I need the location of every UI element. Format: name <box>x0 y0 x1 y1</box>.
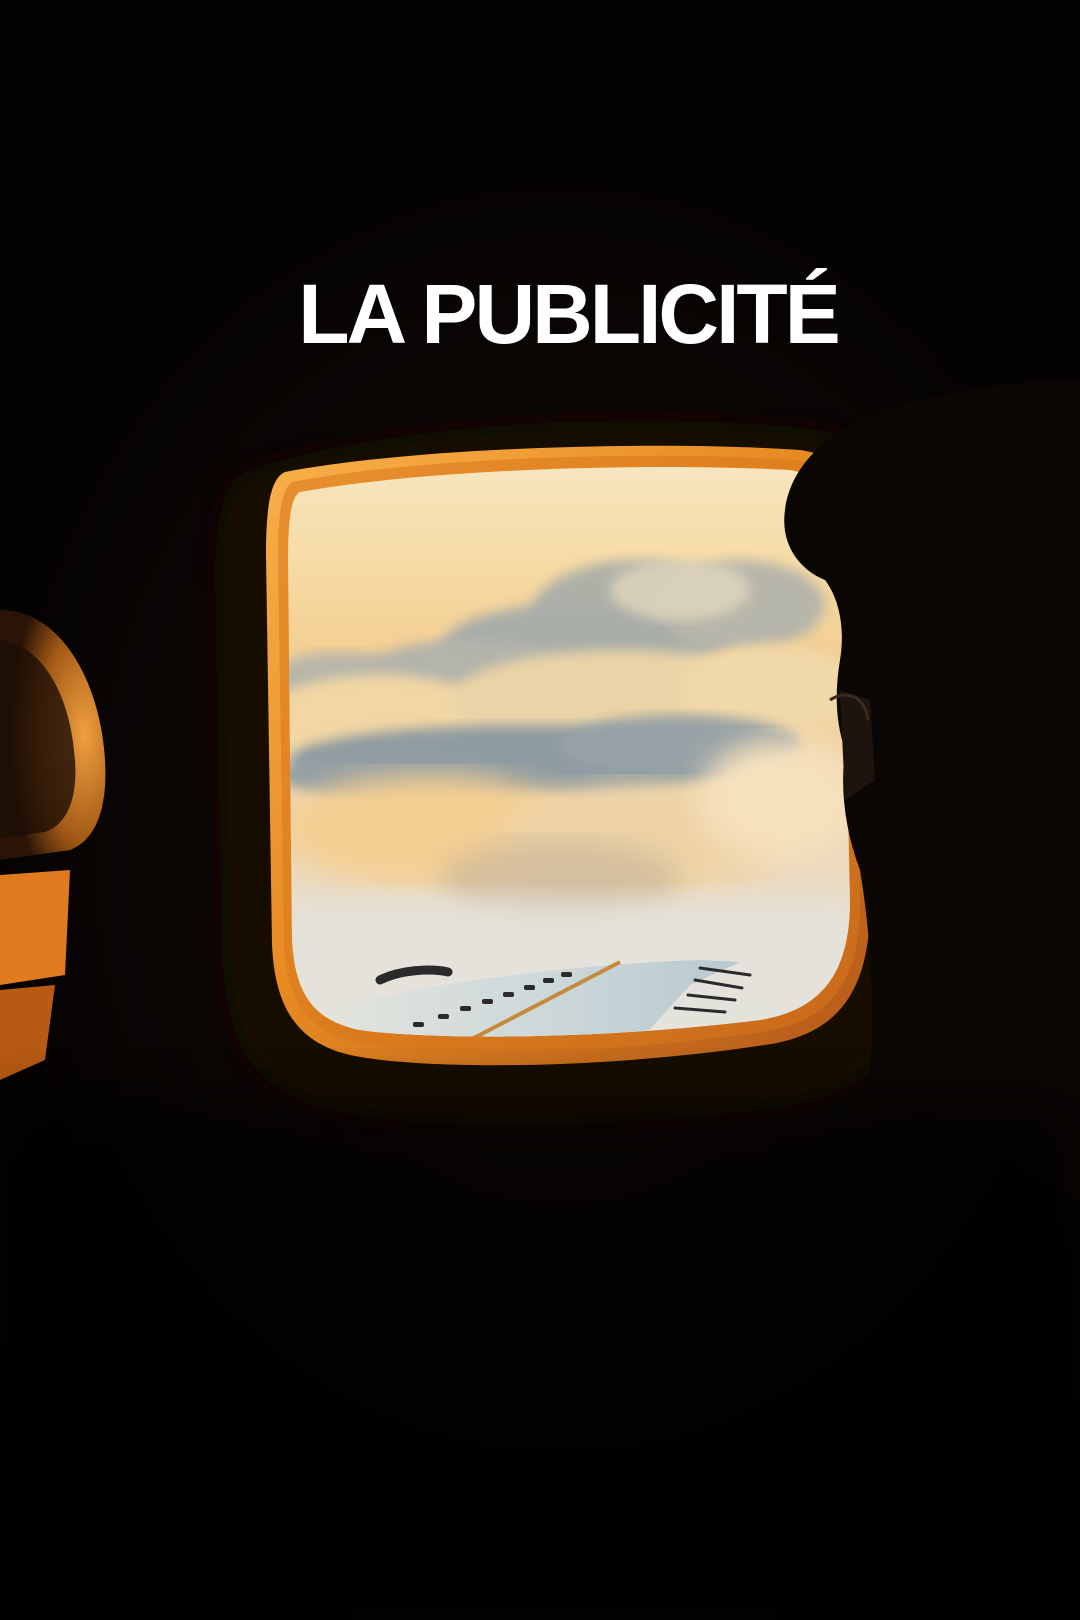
poster-title: LA PUBLICITÉ <box>298 267 841 361</box>
window-view <box>288 466 850 1037</box>
poster: LA PUBLICITÉ <box>0 0 1080 1620</box>
seat-icon <box>0 610 106 1080</box>
cabin-scene <box>0 380 1080 1620</box>
